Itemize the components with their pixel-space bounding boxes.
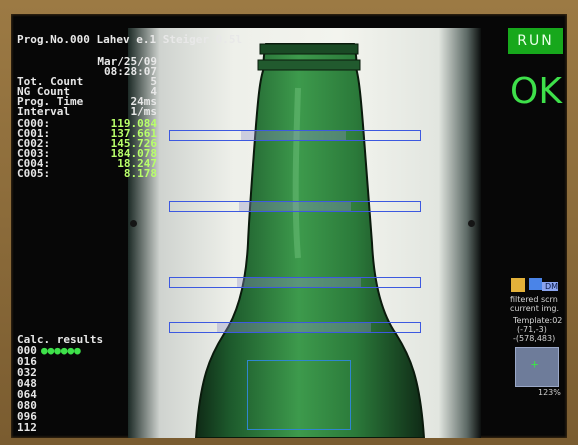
crosshair-icon: + [531,357,539,371]
template-offset: (-71,-3) [517,325,547,334]
current-image-swatch-icon[interactable] [529,278,542,290]
template-region[interactable] [247,360,351,430]
result-status: OK [510,71,562,112]
interval-value: 1/ms [130,105,158,118]
roi-edge-1 [241,131,346,140]
template-label: Template:02 [513,316,563,325]
dm-badge-label: DM [545,282,559,291]
inspection-screen: Prog.No.000 Lahev e.1 Steiger 0.5l Mar/2… [11,14,567,438]
filter-swatch-icon[interactable] [511,278,525,292]
calc-row-000-dots: ●●●●●● [41,344,81,357]
current-image-label: current img. [510,304,560,313]
roi-edge-2 [239,202,351,211]
run-status-button[interactable]: RUN [508,28,563,54]
calc-row-112: 112 [17,421,37,434]
interval-label: Interval [17,105,70,118]
c005-value: 8.178 [123,167,157,180]
c005-label: C005: [17,167,51,180]
program-title: Prog.No.000 Lahev e.1 Steiger 0.5l [17,33,243,46]
roi-edge-4 [217,323,371,332]
dm-badge: DM [542,282,558,291]
roi-edge-3 [237,278,361,287]
template-coords: -(578,483) [513,334,556,343]
right-marker [468,220,475,227]
zoom-level: 123% [538,388,561,397]
left-marker [130,220,137,227]
filtered-screen-label: filtered scrn [510,295,558,304]
